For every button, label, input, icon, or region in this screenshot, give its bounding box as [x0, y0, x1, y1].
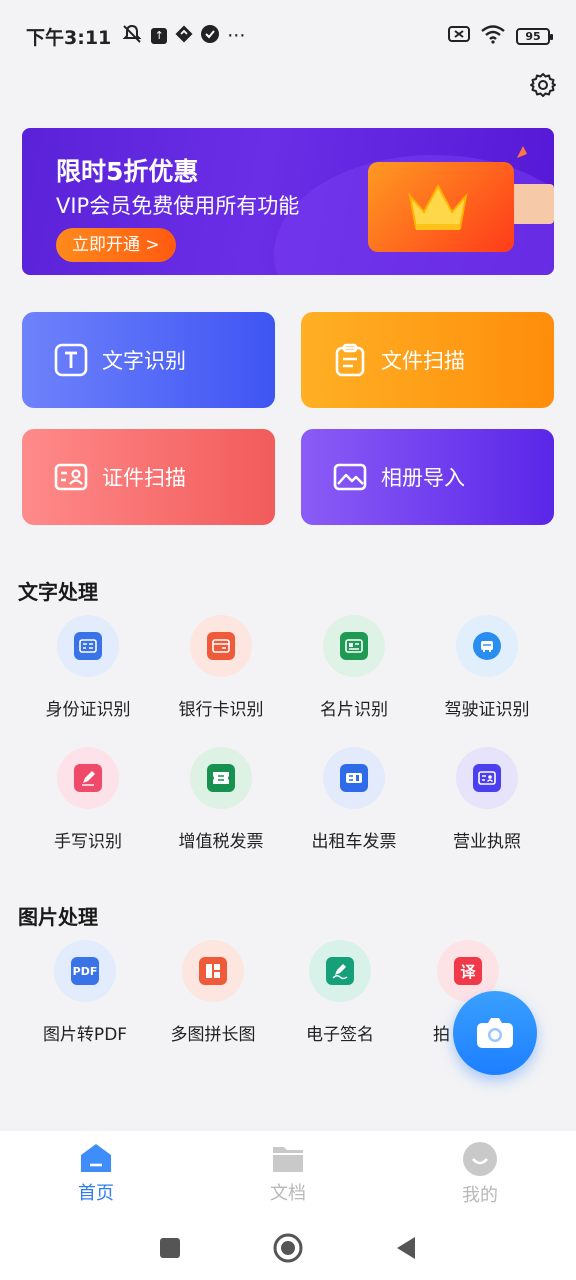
e-signature-item[interactable]: 电子签名	[274, 940, 406, 1050]
tab-label: 文档	[270, 1183, 306, 1204]
driver-license-icon	[473, 632, 501, 660]
grid-item-label: 名片识别	[320, 700, 388, 720]
bank-card-icon	[207, 632, 235, 660]
grid-item-label: 出租车发票	[311, 832, 397, 852]
vat-invoice-icon-circle	[190, 747, 252, 809]
crown-icon	[408, 183, 468, 230]
pdf-icon-circle: PDF	[54, 940, 116, 1002]
check-circle-icon	[201, 24, 220, 48]
album-import-tile[interactable]: 相册导入	[301, 429, 554, 525]
driver-license-recognition-item[interactable]: 驾驶证识别	[421, 615, 553, 725]
more-notifications: ···	[227, 25, 246, 47]
pdf-icon: PDF	[71, 957, 99, 985]
folder-icon	[273, 1147, 303, 1172]
tab-label: 我的	[462, 1185, 498, 1206]
collage-icon	[199, 957, 227, 985]
status-bar: 下午3:11 ↑ ··· 95	[0, 0, 576, 72]
confetti-icon	[517, 146, 527, 158]
id-card-scan-tile[interactable]: 证件扫描	[22, 429, 275, 525]
handwriting-icon-circle	[57, 747, 119, 809]
translate-icon: 译	[454, 957, 482, 985]
bank-card-icon-circle	[190, 615, 252, 677]
text-processing-title: 文字处理	[18, 580, 98, 604]
driver-license-icon-circle	[456, 615, 518, 677]
tile-label: 证件扫描	[102, 466, 186, 490]
grid-item-label: 图片转PDF	[42, 1025, 128, 1045]
text-recognition-tile[interactable]: 文字识别	[22, 312, 275, 408]
mute-icon	[121, 24, 143, 49]
handwriting-recognition-item[interactable]: 手写识别	[22, 747, 154, 857]
collage-icon-circle	[182, 940, 244, 1002]
upload-icon: ↑	[151, 28, 168, 44]
status-time: 下午3:11	[26, 26, 112, 49]
business-license-item[interactable]: 营业执照	[421, 747, 553, 857]
text-recognition-icon	[54, 343, 88, 377]
camera-fab-button[interactable]	[453, 991, 537, 1075]
bank-card-recognition-item[interactable]: 银行卡识别	[155, 615, 287, 725]
vat-invoice-item[interactable]: 增值税发票	[155, 747, 287, 857]
business-license-icon-circle	[456, 747, 518, 809]
settings-button[interactable]	[528, 70, 558, 100]
document-scan-tile[interactable]: 文件扫描	[301, 312, 554, 408]
app-notification-icon	[175, 25, 193, 48]
bottom-tab-bar: 首页 文档 我的	[0, 1131, 576, 1215]
tile-label: 文字识别	[102, 349, 186, 373]
grid-item-label: 银行卡识别	[178, 700, 264, 720]
grid-item-label: 手写识别	[54, 832, 122, 852]
id-card-icon-circle	[57, 615, 119, 677]
camera-icon	[477, 1018, 513, 1048]
vip-promo-banner[interactable]: 限时5折优惠 VIP会员免费使用所有功能 立即开通 >	[22, 128, 554, 275]
home-nav-button[interactable]	[272, 1232, 304, 1264]
taxi-invoice-icon	[340, 764, 368, 792]
taxi-invoice-item[interactable]: 出租车发票	[288, 747, 420, 857]
signature-icon	[326, 957, 354, 985]
back-nav-button[interactable]	[394, 1235, 418, 1261]
system-nav-bar	[0, 1215, 576, 1280]
profile-icon	[463, 1142, 497, 1176]
grid-item-label: 驾驶证识别	[444, 700, 530, 720]
image-to-pdf-item[interactable]: PDF 图片转PDF	[19, 940, 151, 1050]
gear-icon	[530, 73, 556, 97]
business-card-recognition-item[interactable]: 名片识别	[288, 615, 420, 725]
banner-title: 限时5折优惠	[56, 157, 199, 186]
open-vip-button[interactable]: 立即开通 >	[56, 228, 176, 262]
business-license-icon	[473, 764, 501, 792]
home-icon	[81, 1144, 111, 1172]
wifi-icon	[480, 24, 506, 49]
tile-label: 相册导入	[381, 466, 465, 490]
tab-label: 首页	[78, 1183, 114, 1204]
document-scan-icon	[333, 343, 367, 377]
handwriting-icon	[74, 764, 102, 792]
tab-profile[interactable]: 我的	[384, 1131, 576, 1215]
collage-item[interactable]: 多图拼长图	[147, 940, 279, 1050]
grid-item-label: 电子签名	[306, 1025, 374, 1045]
tab-home[interactable]: 首页	[0, 1131, 192, 1215]
grid-item-label: 多图拼长图	[170, 1025, 256, 1045]
business-card-icon	[340, 632, 368, 660]
id-card-icon	[74, 632, 102, 660]
id-card-recognition-item[interactable]: 身份证识别	[22, 615, 154, 725]
business-card-icon-circle	[323, 615, 385, 677]
grid-item-label: 营业执照	[453, 832, 521, 852]
album-import-icon	[333, 460, 367, 494]
grid-item-label: 身份证识别	[45, 700, 131, 720]
vat-invoice-icon	[207, 764, 235, 792]
battery-indicator: 95	[516, 27, 553, 45]
image-processing-title: 图片处理	[18, 905, 98, 929]
id-card-scan-icon	[54, 460, 88, 494]
grid-item-label: 增值税发票	[178, 832, 264, 852]
tab-documents[interactable]: 文档	[192, 1131, 384, 1215]
banner-subtitle: VIP会员免费使用所有功能	[56, 194, 300, 218]
tile-label: 文件扫描	[381, 349, 465, 373]
sim-disabled-icon	[448, 25, 470, 48]
signature-icon-circle	[309, 940, 371, 1002]
taxi-invoice-icon-circle	[323, 747, 385, 809]
recent-apps-button[interactable]	[158, 1236, 182, 1260]
